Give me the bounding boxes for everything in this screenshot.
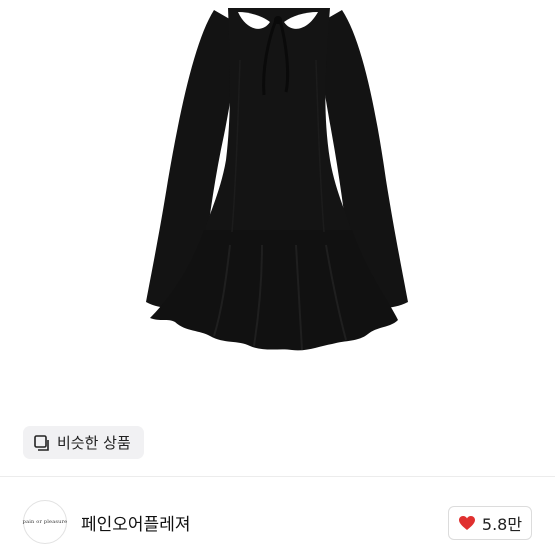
dress-image <box>146 8 408 351</box>
similar-products-button[interactable]: 비슷한 상품 <box>23 426 144 459</box>
store-avatar[interactable]: pain or pleasure <box>23 500 67 544</box>
store-avatar-text: pain or pleasure <box>22 519 68 525</box>
similar-products-icon <box>34 434 50 451</box>
product-image[interactable] <box>0 0 555 475</box>
similar-products-label: 비슷한 상품 <box>57 434 131 452</box>
like-count: 5.8만 <box>481 515 523 534</box>
like-button[interactable]: 5.8만 <box>448 506 532 540</box>
store-name[interactable]: 페인오어플레져 <box>81 510 190 535</box>
heart-icon <box>458 515 476 531</box>
